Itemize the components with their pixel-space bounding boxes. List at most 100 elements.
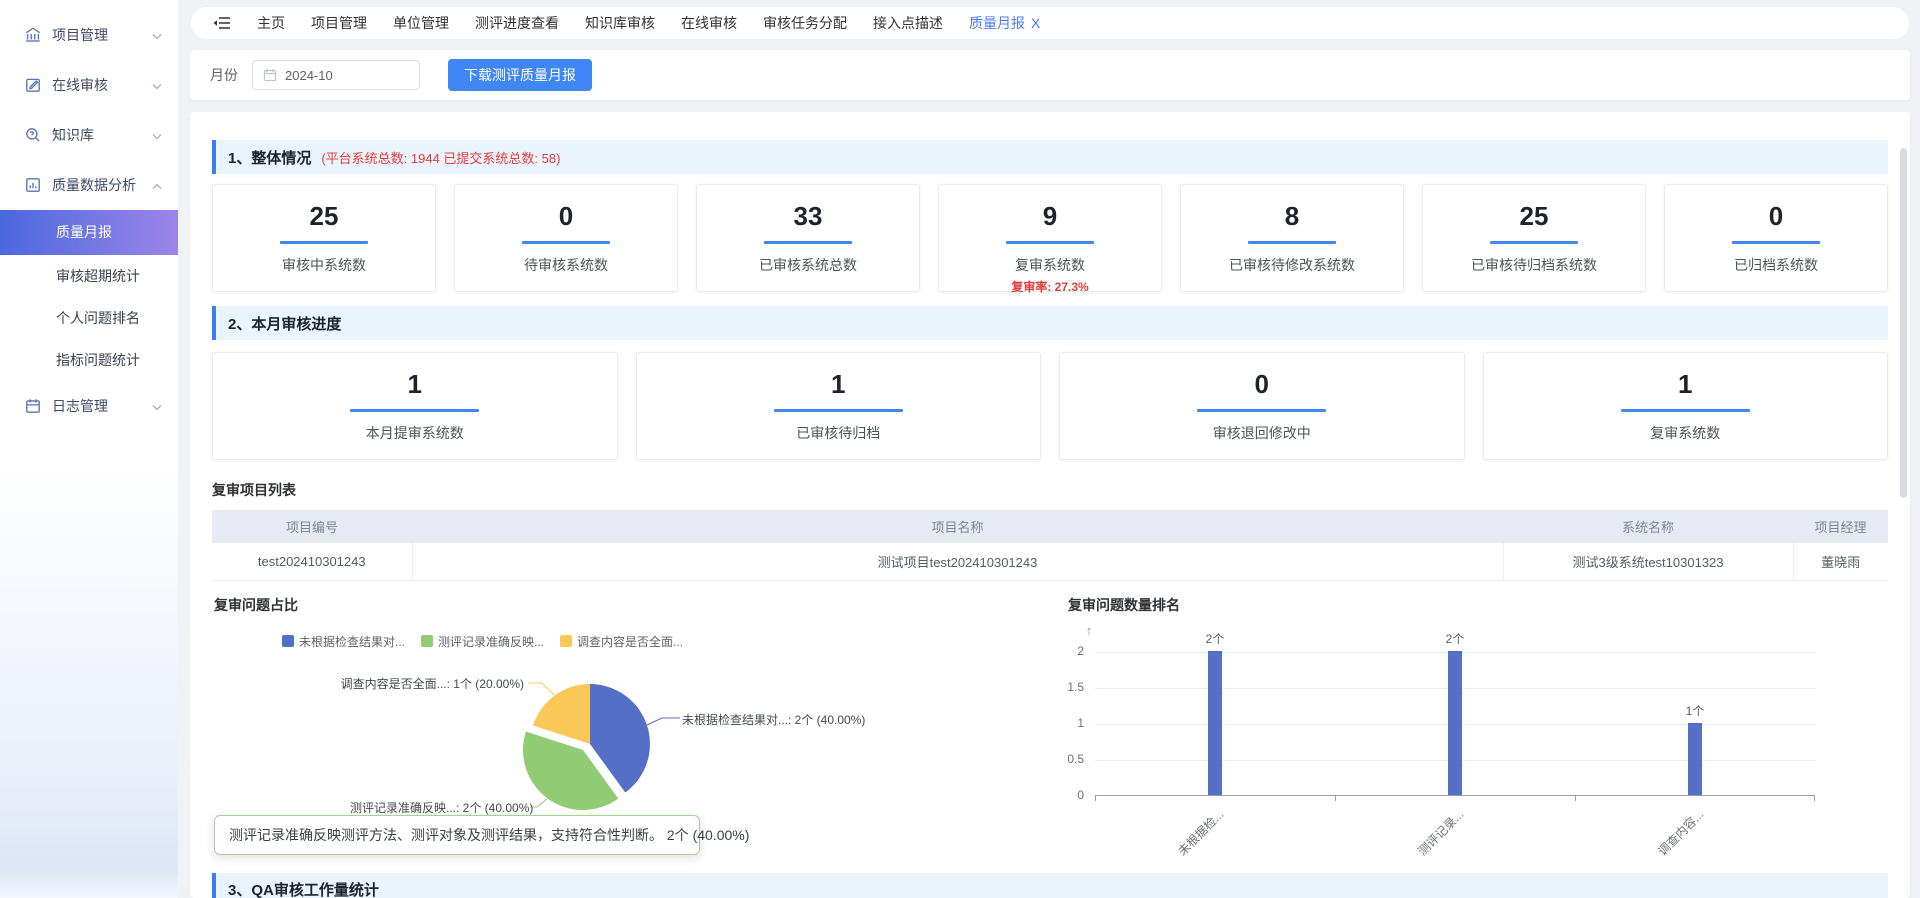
- stat-underline: [280, 241, 369, 244]
- stat-value: 9: [939, 201, 1161, 232]
- pie-chart[interactable]: [515, 669, 665, 819]
- pie-tooltip: 测评记录准确反映测评方法、测评对象及测评结果，支持符合性判断。 2个 (40.0…: [214, 815, 700, 855]
- stat-underline: [522, 241, 611, 244]
- y-tick-label: 1: [1040, 716, 1084, 730]
- stat-subnote: [1665, 278, 1887, 292]
- pie-chart-panel: 复审问题占比 未根据检查结果对... 测评记录准确反映... 调查内容是否全面.…: [212, 587, 1040, 859]
- sidebar-item-online-review[interactable]: 在线审核: [0, 60, 178, 110]
- tab-task-assign[interactable]: 审核任务分配: [763, 13, 847, 33]
- section-title: 2、本月审核进度: [228, 313, 341, 334]
- log-icon: [24, 397, 42, 415]
- stat-card: 0 审核退回修改中: [1059, 352, 1465, 460]
- y-tick-label: 0: [1040, 788, 1084, 802]
- stat-label: 复审系统数: [939, 255, 1161, 275]
- legend-item[interactable]: 未根据检查结果对...: [282, 633, 405, 650]
- submenu-item-personal-issue-ranking[interactable]: 个人问题排名: [0, 297, 178, 339]
- stat-underline: [1248, 241, 1337, 244]
- bar-chart-title: 复审问题数量排名: [1068, 595, 1180, 615]
- tab-quality-report[interactable]: 质量月报X: [969, 13, 1040, 33]
- stat-value: 1: [1484, 369, 1888, 400]
- cell-project-name: 测试项目test202410301243: [412, 543, 1503, 580]
- submenu-item-quality-monthly-report[interactable]: 质量月报: [0, 210, 178, 255]
- axis-tick: [1575, 796, 1576, 801]
- stat-card: 1 本月提审系统数: [212, 352, 618, 460]
- sidebar-item-label: 质量数据分析: [52, 175, 136, 195]
- knowledge-icon: [24, 126, 42, 144]
- col-system-name: 系统名称: [1503, 510, 1793, 543]
- review-table-title: 复审项目列表: [212, 480, 1888, 500]
- pie-label-blue: 未根据检查结果对...: 2个 (40.00%): [682, 711, 865, 728]
- axis-tick: [1335, 796, 1336, 801]
- section-header-monthly-progress: 2、本月审核进度: [212, 306, 1888, 340]
- bar-group[interactable]: 2个: [1425, 651, 1485, 795]
- sidebar-item-quality-data-analysis[interactable]: 质量数据分析: [0, 160, 178, 210]
- stat-value: 25: [1423, 201, 1645, 232]
- stat-underline: [1490, 241, 1579, 244]
- tab-kb-review[interactable]: 知识库审核: [585, 13, 655, 33]
- pie-chart-title: 复审问题占比: [214, 595, 298, 615]
- legend-label: 未根据检查结果对...: [299, 633, 405, 650]
- month-picker-value: 2024-10: [285, 68, 333, 83]
- stat-subnote: 复审率: 27.3%: [939, 278, 1161, 295]
- bar[interactable]: [1688, 723, 1702, 795]
- stat-label: 已归档系统数: [1665, 255, 1887, 275]
- tab-home[interactable]: 主页: [257, 13, 285, 33]
- stat-value: 1: [637, 369, 1041, 400]
- legend-swatch: [421, 635, 433, 647]
- section-header-overall: 1、整体情况 (平台系统总数: 1944 已提交系统总数: 58): [212, 140, 1888, 174]
- stat-underline: [764, 241, 853, 244]
- stat-card: 0 已归档系统数: [1664, 184, 1888, 292]
- stat-label: 审核中系统数: [213, 255, 435, 275]
- main-area: 主页 项目管理 单位管理 测评进度查看 知识库审核 在线审核 审核任务分配 接入…: [178, 0, 1920, 898]
- pie-slice[interactable]: [533, 684, 590, 744]
- bar[interactable]: [1448, 651, 1462, 795]
- month-picker-input[interactable]: 2024-10: [252, 60, 420, 90]
- sidebar-item-log-mgmt[interactable]: 日志管理: [0, 381, 178, 431]
- submenu-item-review-overdue-stats[interactable]: 审核超期统计: [0, 255, 178, 297]
- cell-project-id: test202410301243: [212, 543, 412, 580]
- stat-value: 1: [213, 369, 617, 400]
- bar-value-label: 2个: [1425, 630, 1485, 647]
- sidebar-item-knowledge-base[interactable]: 知识库: [0, 110, 178, 160]
- section-title: 1、整体情况: [228, 147, 311, 168]
- tab-project-mgmt[interactable]: 项目管理: [311, 13, 367, 33]
- tab-close-icon[interactable]: X: [1031, 15, 1040, 31]
- stat-underline: [774, 409, 903, 412]
- tab-eval-progress[interactable]: 测评进度查看: [475, 13, 559, 33]
- bar-group[interactable]: 1个: [1665, 651, 1725, 795]
- stat-value: 0: [1665, 201, 1887, 232]
- sidebar-item-label: 知识库: [52, 125, 94, 145]
- sidebar: 项目管理 在线审核 知识库 质量数据分析 质量月报 审核超期统计 个人问题排名 …: [0, 0, 178, 898]
- stat-card: 0 待审核系统数: [454, 184, 678, 292]
- col-project-name: 项目名称: [412, 510, 1503, 543]
- bar[interactable]: [1208, 651, 1222, 795]
- submenu-item-indicator-issue-stats[interactable]: 指标问题统计: [0, 339, 178, 381]
- sidebar-item-label: 日志管理: [52, 396, 108, 416]
- tab-access-point[interactable]: 接入点描述: [873, 13, 943, 33]
- stat-underline: [1732, 241, 1821, 244]
- sidebar-item-project-mgmt[interactable]: 项目管理: [0, 10, 178, 60]
- pie-label-yellow: 调查内容是否全面...: 1个 (20.00%): [312, 675, 524, 692]
- edit-icon: [24, 76, 42, 94]
- legend-item[interactable]: 调查内容是否全面...: [560, 633, 683, 650]
- stat-label: 待审核系统数: [455, 255, 677, 275]
- tab-unit-mgmt[interactable]: 单位管理: [393, 13, 449, 33]
- legend-swatch: [282, 635, 294, 647]
- y-tick-label: 0.5: [1040, 752, 1084, 766]
- stat-label: 审核退回修改中: [1060, 423, 1464, 443]
- stat-subnote: [1181, 278, 1403, 292]
- tab-online-review[interactable]: 在线审核: [681, 13, 737, 33]
- sidebar-item-label: 项目管理: [52, 25, 108, 45]
- legend-item[interactable]: 测评记录准确反映...: [421, 633, 544, 650]
- legend-swatch: [560, 635, 572, 647]
- bar-value-label: 1个: [1665, 702, 1725, 719]
- stat-subnote: [697, 278, 919, 292]
- download-report-button[interactable]: 下载测评质量月报: [448, 59, 592, 91]
- table-row[interactable]: test202410301243 测试项目test202410301243 测试…: [212, 543, 1888, 580]
- table-header-row: 项目编号 项目名称 系统名称 项目经理: [212, 510, 1888, 543]
- section-note: (平台系统总数: 1944 已提交系统总数: 58): [321, 148, 560, 167]
- bar-group[interactable]: 2个: [1185, 651, 1245, 795]
- menu-fold-icon[interactable]: [213, 16, 231, 30]
- vertical-scrollbar[interactable]: [1900, 148, 1907, 498]
- chevron-down-icon: [152, 77, 162, 93]
